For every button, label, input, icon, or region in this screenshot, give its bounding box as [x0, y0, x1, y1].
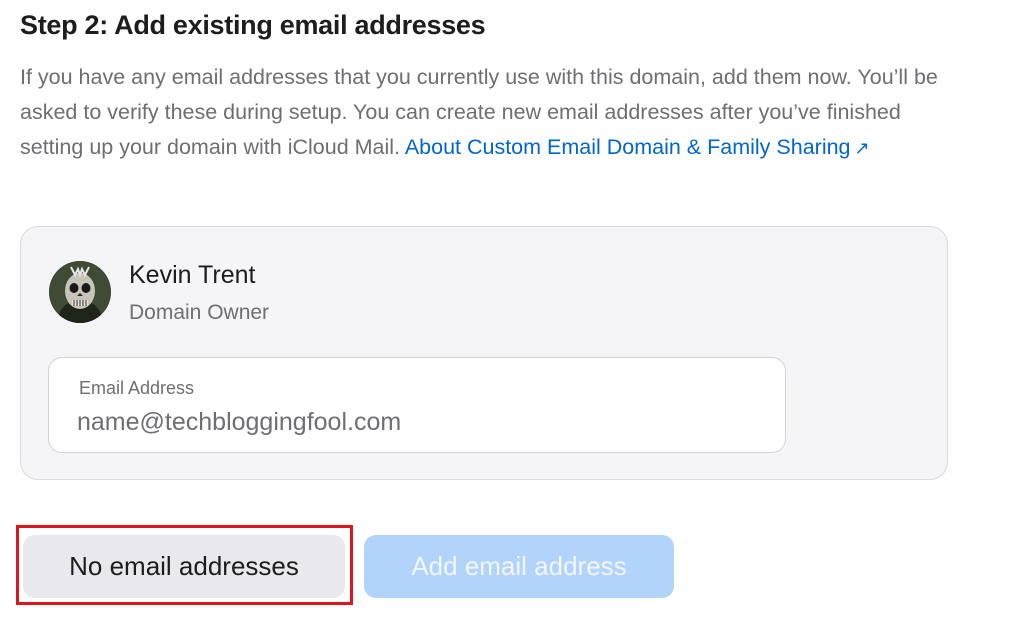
- game-character-avatar-icon: [49, 261, 111, 323]
- external-arrow-icon: ↗: [854, 138, 870, 158]
- no-email-addresses-button[interactable]: No email addresses: [23, 535, 345, 598]
- about-custom-domain-link[interactable]: About Custom Email Domain & Family Shari…: [405, 135, 870, 159]
- link-text[interactable]: About Custom Email Domain & Family Shari…: [405, 135, 851, 159]
- email-field-label: Email Address: [79, 378, 195, 398]
- member-card: Kevin Trent Domain Owner Email Address: [20, 226, 948, 480]
- step-title: Step 2: Add existing email addresses: [20, 10, 486, 40]
- member-role: Domain Owner: [129, 301, 270, 324]
- member-name: Kevin Trent: [129, 261, 256, 289]
- page: Step 2: Add existing email addresses If …: [0, 0, 1024, 620]
- add-email-address-button[interactable]: Add email address: [364, 535, 674, 598]
- email-address-input[interactable]: [77, 404, 757, 440]
- email-address-field[interactable]: Email Address: [48, 357, 786, 453]
- avatar: [49, 261, 111, 323]
- step-description: If you have any email addresses that you…: [20, 60, 960, 166]
